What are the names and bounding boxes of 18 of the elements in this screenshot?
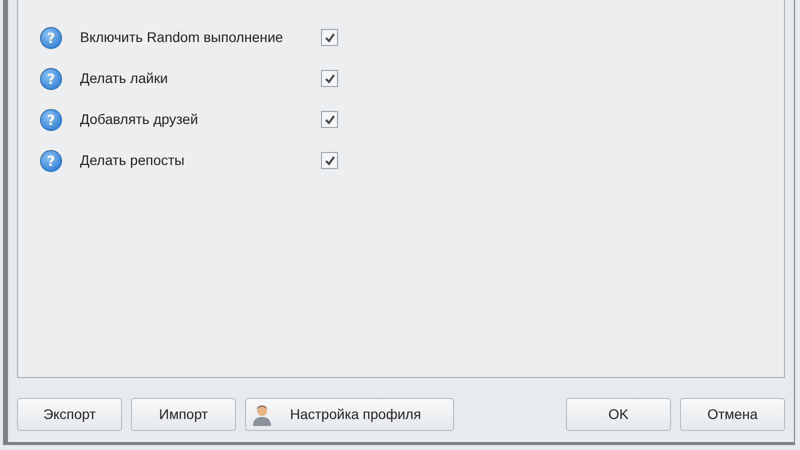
dialog-button[interactable]: Отмена — [680, 398, 785, 431]
checkbox[interactable] — [321, 152, 338, 169]
checkbox[interactable] — [321, 29, 338, 46]
person-icon — [252, 404, 272, 426]
checkbox[interactable] — [321, 111, 338, 128]
option-label: Делать репосты — [80, 151, 186, 170]
option-label: Делать лайки — [80, 69, 169, 88]
checkmark-icon — [324, 154, 336, 166]
action-button[interactable]: Импорт — [131, 398, 236, 431]
checkmark-icon — [324, 32, 336, 44]
option-label: Включить Random выполнение — [80, 28, 284, 47]
dialog-button[interactable]: OK — [566, 398, 671, 431]
checkmark-icon — [324, 114, 336, 126]
checkbox[interactable] — [321, 70, 338, 87]
option-label: Добавлять друзей — [80, 110, 200, 129]
checkmark-icon — [324, 72, 336, 84]
action-button[interactable]: Экспорт — [17, 398, 122, 431]
profile-settings-button[interactable]: Настройка профиля — [245, 398, 454, 431]
